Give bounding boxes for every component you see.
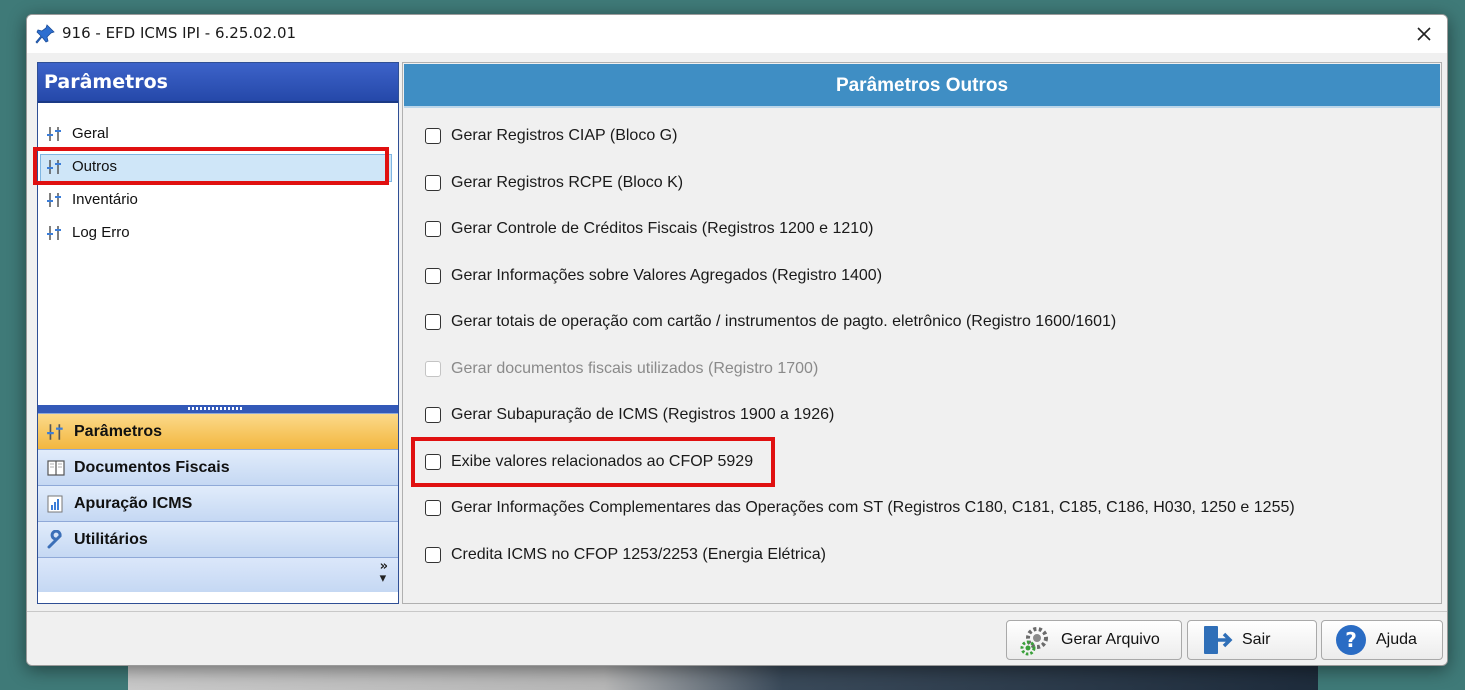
option-label: Credita ICMS no CFOP 1253/2253 (Energia … xyxy=(451,545,826,563)
tree-item-outros[interactable]: Outros xyxy=(33,147,398,185)
svg-text:?: ? xyxy=(1345,628,1357,652)
option-label: Exibe valores relacionados ao CFOP 5929 xyxy=(451,452,754,470)
nav-button-utilitarios[interactable]: Utilitários xyxy=(38,521,398,557)
sliders-icon xyxy=(47,424,63,440)
panel-header: Parâmetros Outros xyxy=(404,64,1440,108)
tree-item-geral[interactable]: Geral xyxy=(38,117,398,150)
settings-panel: Parâmetros Outros Gerar Registros CIAP (… xyxy=(402,62,1442,604)
bottom-button-bar: Gerar Arquivo Sair ? Ajuda xyxy=(27,611,1447,665)
checkbox[interactable] xyxy=(425,407,441,423)
option-label: Gerar Informações Complementares das Ope… xyxy=(451,499,1295,516)
pane-splitter[interactable] xyxy=(38,405,398,413)
option-label: Gerar Registros RCPE (Bloco K) xyxy=(451,173,684,191)
parameters-tree: Geral Outros Inventário Log Erro xyxy=(33,103,398,405)
left-pane-header: Parâmetros xyxy=(38,63,398,103)
nav-button-documentos-fiscais[interactable]: Documentos Fiscais xyxy=(38,449,398,485)
chart-icon xyxy=(47,495,63,513)
nav-button-parametros[interactable]: Parâmetros xyxy=(38,413,398,449)
tree-item-label: Geral xyxy=(72,125,109,142)
nav-button-label: Parâmetros xyxy=(74,423,163,440)
gerar-arquivo-button[interactable]: Gerar Arquivo xyxy=(1006,620,1182,660)
tree-item-log-erro[interactable]: Log Erro xyxy=(38,216,398,249)
nav-button-label: Apuração ICMS xyxy=(74,495,193,512)
sliders-icon xyxy=(47,193,61,207)
checkbox[interactable] xyxy=(425,174,441,191)
option-label: Gerar documentos fiscais utilizados (Reg… xyxy=(451,359,819,377)
option-label: Gerar Controle de Créditos Fiscais (Regi… xyxy=(451,220,874,237)
close-button[interactable] xyxy=(1401,15,1447,53)
window-title: 916 - EFD ICMS IPI - 6.25.02.01 xyxy=(62,24,297,42)
ajuda-button[interactable]: ? Ajuda xyxy=(1321,620,1443,660)
checkbox[interactable] xyxy=(425,546,441,563)
sair-button[interactable]: Sair xyxy=(1187,620,1317,660)
tree-item-label: Inventário xyxy=(72,191,138,208)
option-label: Gerar totais de operação com cartão / in… xyxy=(451,313,1117,330)
checkbox[interactable] xyxy=(425,221,441,237)
nav-button-apuracao-icms[interactable]: Apuração ICMS xyxy=(38,485,398,521)
checkbox[interactable] xyxy=(425,500,441,516)
option-label: Gerar Registros CIAP (Bloco G) xyxy=(451,127,678,144)
pushpin-icon xyxy=(35,24,55,44)
tree-item-inventario[interactable]: Inventário xyxy=(38,183,398,216)
tree-item-label: Log Erro xyxy=(72,224,130,241)
exit-door-icon xyxy=(1204,626,1233,654)
sliders-icon xyxy=(47,226,61,240)
tree-item-label: Outros xyxy=(72,158,118,175)
option-label: Gerar Informações sobre Valores Agregado… xyxy=(451,266,883,284)
help-icon: ? xyxy=(1336,625,1366,655)
sliders-icon xyxy=(47,160,61,174)
checkbox[interactable] xyxy=(425,453,441,470)
title-bar: 916 - EFD ICMS IPI - 6.25.02.01 xyxy=(27,15,1447,53)
nav-overflow-bar[interactable]: » ▾ xyxy=(38,557,398,592)
checkbox[interactable] xyxy=(425,128,441,144)
checkbox[interactable] xyxy=(425,267,441,284)
button-label: Sair xyxy=(1242,631,1271,648)
chevron-right-icon[interactable]: » ▾ xyxy=(380,560,388,585)
checkbox xyxy=(425,360,441,377)
main-window: 916 - EFD ICMS IPI - 6.25.02.01 Parâmetr… xyxy=(26,14,1448,666)
option-label: Gerar Subapuração de ICMS (Registros 190… xyxy=(451,406,835,423)
sliders-icon xyxy=(47,127,61,141)
close-icon xyxy=(1417,27,1431,41)
left-navigation-pane: Parâmetros Geral Outros Inventário Log E… xyxy=(33,62,399,604)
nav-button-label: Documentos Fiscais xyxy=(74,459,230,476)
grip-dots xyxy=(188,407,244,410)
wrench-icon xyxy=(47,530,62,549)
gears-icon xyxy=(1020,627,1048,656)
checkbox[interactable] xyxy=(425,314,441,330)
book-icon xyxy=(47,460,65,476)
nav-button-label: Utilitários xyxy=(74,531,148,548)
button-label: Ajuda xyxy=(1376,631,1417,648)
button-label: Gerar Arquivo xyxy=(1061,631,1160,648)
